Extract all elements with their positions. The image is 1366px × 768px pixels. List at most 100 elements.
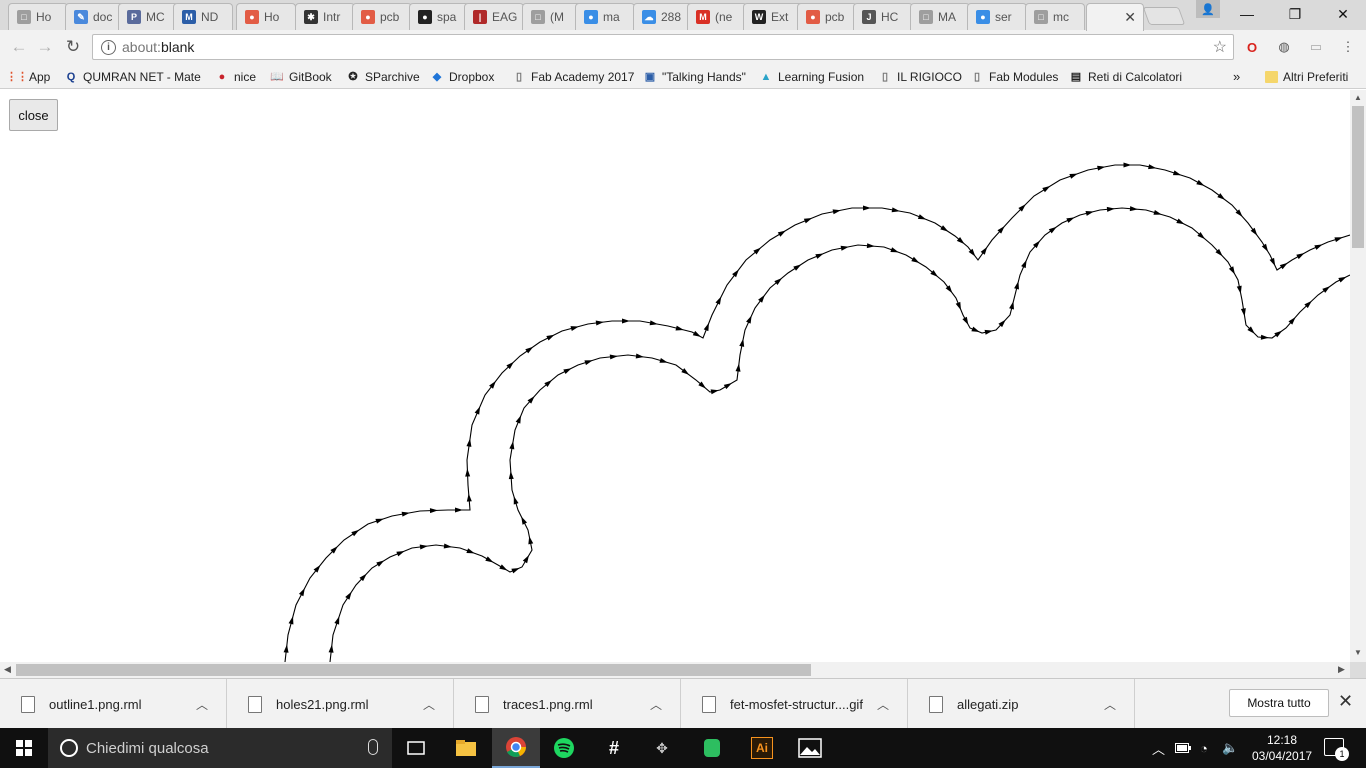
forward-button[interactable]: → — [34, 36, 56, 58]
download-item[interactable]: fet-mosfet-structur....gif ︿ — [681, 679, 908, 729]
chevron-up-icon[interactable]: ︿ — [650, 696, 662, 713]
tab[interactable]: ● pcb — [352, 3, 412, 30]
opera-extension-icon[interactable]: O — [1243, 38, 1261, 56]
action-center-icon[interactable]: 1 — [1324, 738, 1349, 761]
chevron-up-icon[interactable]: ︿ — [877, 696, 889, 713]
tab-active[interactable]: ✕ — [1086, 3, 1144, 31]
direction-arrow-icon — [508, 471, 514, 480]
tray-chevron-icon[interactable]: ︿ — [1152, 728, 1165, 768]
bookmark-item[interactable]: ✪ SParchive — [346, 67, 419, 86]
bookmark-item[interactable]: ▤ Reti di Calcolatori — [1069, 67, 1182, 86]
horizontal-scrollbar[interactable]: ◀ ▶ — [0, 662, 1350, 678]
direction-arrow-icon — [499, 564, 508, 571]
file-explorer-icon[interactable] — [442, 728, 490, 768]
direction-arrow-icon — [962, 316, 969, 326]
slack-icon[interactable]: # — [590, 728, 638, 768]
chrome-icon[interactable] — [492, 728, 540, 768]
tab[interactable]: ● ma — [575, 3, 635, 30]
tab[interactable]: | EAG — [464, 3, 524, 30]
other-bookmarks-folder[interactable]: Altri Preferiti — [1265, 67, 1348, 86]
evernote-icon[interactable] — [688, 728, 736, 768]
scroll-up-arrow-icon[interactable]: ▲ — [1354, 93, 1362, 102]
download-item[interactable]: traces1.png.rml ︿ — [454, 679, 681, 729]
volume-icon[interactable]: 🔈 — [1222, 728, 1238, 768]
tab[interactable]: M ND — [173, 3, 233, 30]
bookmark-label: Learning Fusion — [778, 69, 865, 84]
wifi-icon[interactable]: ◔ — [1200, 728, 1208, 768]
tab[interactable]: ✱ Intr — [295, 3, 355, 30]
microphone-icon[interactable] — [368, 739, 378, 755]
taskbar-search[interactable]: Chiedimi qualcosa — [48, 728, 392, 768]
scroll-right-arrow-icon[interactable]: ▶ — [1338, 664, 1345, 675]
tab[interactable]: P MC — [118, 3, 178, 30]
direction-arrow-icon — [1176, 218, 1185, 225]
tab[interactable]: ● Ho — [236, 3, 296, 30]
info-icon[interactable]: i — [101, 39, 116, 55]
bookmarks-overflow-button[interactable]: » — [1233, 67, 1240, 86]
bookmark-item[interactable]: ⋮⋮ App — [6, 67, 50, 86]
talking-hands-icon: ▣ — [644, 71, 656, 83]
minimize-button[interactable]: — — [1224, 0, 1270, 28]
tab[interactable]: ✎ doc — [65, 3, 125, 30]
bookmark-item[interactable]: 📖 GitBook — [270, 67, 332, 86]
tab[interactable]: ☁ 288 — [633, 3, 693, 30]
extension-icon[interactable]: ◍ — [1275, 38, 1293, 56]
address-text[interactable]: about:blank — [122, 39, 194, 55]
tab[interactable]: □ (M — [522, 3, 582, 30]
bookmark-item[interactable]: ▯ Fab Modules — [970, 67, 1058, 86]
system-clock[interactable]: 12:18 03/04/2017 — [1252, 732, 1312, 764]
window-close-button[interactable]: ✕ — [1320, 0, 1366, 28]
direction-arrow-icon — [1085, 211, 1094, 216]
tab[interactable]: ● ser — [967, 3, 1027, 30]
scroll-left-arrow-icon[interactable]: ◀ — [4, 664, 11, 675]
download-item[interactable]: allegati.zip ︿ — [908, 679, 1135, 729]
tab[interactable]: □ mc — [1025, 3, 1085, 30]
bookmark-item[interactable]: ▯ Fab Academy 2017 — [512, 67, 634, 86]
reload-button[interactable]: ↻ — [62, 36, 84, 58]
scroll-down-arrow-icon[interactable]: ▼ — [1354, 648, 1362, 657]
tab[interactable]: □ Ho — [8, 3, 68, 30]
vertical-scroll-thumb[interactable] — [1352, 106, 1364, 248]
game-app-icon[interactable]: ✥ — [638, 728, 686, 768]
bookmark-item[interactable]: ● nice — [215, 67, 256, 86]
bookmark-star-icon[interactable]: ☆ — [1213, 37, 1227, 57]
bookmark-item[interactable]: ▯ IL RIGIOCO — [878, 67, 962, 86]
direction-arrow-icon — [675, 325, 684, 331]
bookmark-item[interactable]: ◆ Dropbox — [430, 67, 495, 86]
tab[interactable]: M (ne — [687, 3, 747, 30]
maximize-button[interactable]: ❐ — [1272, 0, 1318, 28]
tab[interactable]: □ MA — [910, 3, 970, 30]
extension-icon[interactable]: ▭ — [1307, 38, 1325, 56]
menu-icon[interactable]: ⋮ — [1339, 38, 1357, 56]
download-item[interactable]: holes21.png.rml ︿ — [227, 679, 454, 729]
bookmark-item[interactable]: ▣ "Talking Hands" — [643, 67, 746, 86]
download-item[interactable]: outline1.png.rml ︿ — [0, 679, 227, 729]
tab[interactable]: ● pcb — [797, 3, 857, 30]
chevron-up-icon[interactable]: ︿ — [196, 696, 208, 713]
bookmark-item[interactable]: Q QUMRAN NET - Mate — [64, 67, 201, 86]
tab[interactable]: J HC — [853, 3, 913, 30]
address-bar[interactable]: i about:blank ☆ — [92, 34, 1234, 60]
illustrator-icon[interactable]: Ai — [738, 728, 786, 768]
tab[interactable]: ● spa — [409, 3, 469, 30]
vertical-scrollbar[interactable]: ▲ ▼ — [1350, 90, 1366, 662]
battery-icon[interactable] — [1175, 728, 1191, 768]
chevron-up-icon[interactable]: ︿ — [1104, 696, 1116, 713]
direction-arrow-icon — [1279, 262, 1288, 270]
download-filename: traces1.png.rml — [503, 696, 593, 712]
task-view-icon[interactable] — [392, 728, 440, 768]
start-button[interactable] — [0, 728, 48, 768]
show-all-downloads-button[interactable]: Mostra tutto — [1229, 689, 1329, 717]
chevron-up-icon[interactable]: ︿ — [423, 696, 435, 713]
spotify-icon[interactable] — [540, 728, 588, 768]
bookmark-item[interactable]: ▲ Learning Fusion — [759, 67, 865, 86]
back-button[interactable]: ← — [8, 36, 30, 58]
photos-icon[interactable] — [786, 728, 834, 768]
new-tab-button[interactable] — [1142, 7, 1186, 25]
tab[interactable]: W Ext — [743, 3, 803, 30]
tab-favicon-icon: □ — [531, 10, 545, 24]
profile-icon[interactable]: 👤 — [1196, 0, 1220, 18]
tab-close-icon[interactable]: ✕ — [1124, 9, 1136, 26]
downloads-close-icon[interactable]: ✕ — [1338, 691, 1353, 712]
horizontal-scroll-thumb[interactable] — [16, 664, 811, 676]
